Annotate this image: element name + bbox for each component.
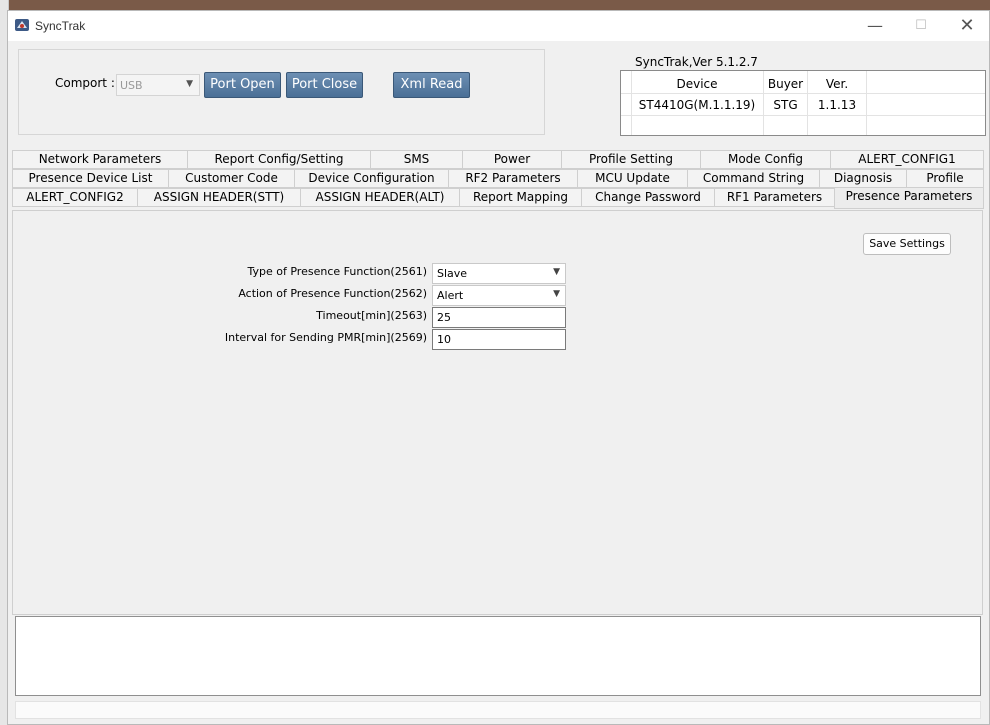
header-buyer: Buyer (767, 77, 804, 91)
version-label: SyncTrak,Ver 5.1.2.7 (635, 55, 758, 69)
chevron-down-icon: ▼ (553, 267, 560, 277)
tab-report-mapping[interactable]: Report Mapping (459, 188, 582, 207)
tab-mode-config[interactable]: Mode Config (700, 150, 831, 169)
save-settings-button[interactable]: Save Settings (863, 233, 951, 255)
port-close-button[interactable]: Port Close (286, 72, 363, 98)
tab-strip: Network Parameters Report Config/Setting… (12, 150, 984, 210)
tab-sms[interactable]: SMS (370, 150, 463, 169)
tab-profile[interactable]: Profile (906, 169, 984, 188)
window-title: SyncTrak (35, 19, 86, 33)
label-action-of-presence-function: Action of Presence Function(2562) (238, 287, 427, 300)
device-info-table: Device Buyer Ver. ST4410G(M.1.1.19) STG … (620, 70, 986, 136)
tab-profile-setting[interactable]: Profile Setting (561, 150, 701, 169)
close-button[interactable]: ✕ (944, 11, 990, 41)
comport-label: Comport : (55, 76, 115, 90)
tab-diagnosis[interactable]: Diagnosis (819, 169, 907, 188)
maximize-button[interactable]: ☐ (898, 11, 944, 41)
tab-power[interactable]: Power (462, 150, 562, 169)
tab-customer-code[interactable]: Customer Code (168, 169, 295, 188)
comport-value: USB (120, 79, 143, 92)
row-divider (621, 115, 985, 116)
header-version: Ver. (825, 77, 849, 91)
tab-assign-header-alt[interactable]: ASSIGN HEADER(ALT) (300, 188, 460, 207)
tab-report-config-setting[interactable]: Report Config/Setting (187, 150, 371, 169)
tab-command-string[interactable]: Command String (687, 169, 820, 188)
tab-assign-header-stt[interactable]: ASSIGN HEADER(STT) (137, 188, 301, 207)
timeout-value: 25 (437, 311, 451, 324)
type-of-presence-function-value: Slave (437, 267, 468, 280)
timeout-input[interactable]: 25 (432, 307, 566, 328)
tab-presence-device-list[interactable]: Presence Device List (12, 169, 169, 188)
label-type-of-presence-function: Type of Presence Function(2561) (247, 265, 428, 278)
tab-alert-config2[interactable]: ALERT_CONFIG2 (12, 188, 138, 207)
label-interval-for-sending-pmr: Interval for Sending PMR[min](2569) (224, 331, 427, 344)
synctrak-window: SyncTrak — ☐ ✕ Comport : USB ▼ Port Open… (7, 10, 990, 725)
tab-network-parameters[interactable]: Network Parameters (12, 150, 188, 169)
action-of-presence-function-value: Alert (437, 289, 464, 302)
port-panel: Comport : USB ▼ Port Open Port Close Xml… (18, 49, 545, 135)
chevron-down-icon: ▼ (186, 79, 193, 89)
tab-alert-config1[interactable]: ALERT_CONFIG1 (830, 150, 984, 169)
status-bar (15, 701, 981, 719)
cell-version: 1.1.13 (817, 98, 857, 112)
header-device: Device (676, 77, 718, 91)
cell-device: ST4410G(M.1.1.19) (638, 98, 756, 112)
tab-rf1-parameters[interactable]: RF1 Parameters (714, 188, 835, 207)
type-of-presence-function-select[interactable]: Slave ▼ (432, 263, 566, 284)
tab-mcu-update[interactable]: MCU Update (577, 169, 688, 188)
cell-buyer: STG (773, 98, 798, 112)
label-timeout: Timeout[min](2563) (316, 309, 427, 322)
header-divider (621, 93, 985, 94)
tab-presence-parameters[interactable]: Presence Parameters (834, 187, 984, 209)
xml-read-button[interactable]: Xml Read (393, 72, 470, 98)
synctrak-logo-icon (15, 19, 29, 31)
interval-for-sending-pmr-input[interactable]: 10 (432, 329, 566, 350)
tab-change-password[interactable]: Change Password (581, 188, 715, 207)
presence-parameters-page: Save Settings Type of Presence Function(… (12, 210, 983, 615)
log-textarea[interactable] (15, 616, 981, 696)
tab-rf2-parameters[interactable]: RF2 Parameters (448, 169, 578, 188)
minimize-button[interactable]: — (852, 11, 898, 41)
comport-select[interactable]: USB ▼ (116, 74, 200, 96)
action-of-presence-function-select[interactable]: Alert ▼ (432, 285, 566, 306)
port-open-button[interactable]: Port Open (204, 72, 281, 98)
chevron-down-icon: ▼ (553, 289, 560, 299)
tab-device-configuration[interactable]: Device Configuration (294, 169, 449, 188)
interval-for-sending-pmr-value: 10 (437, 333, 451, 346)
title-bar: SyncTrak — ☐ ✕ (8, 11, 989, 41)
